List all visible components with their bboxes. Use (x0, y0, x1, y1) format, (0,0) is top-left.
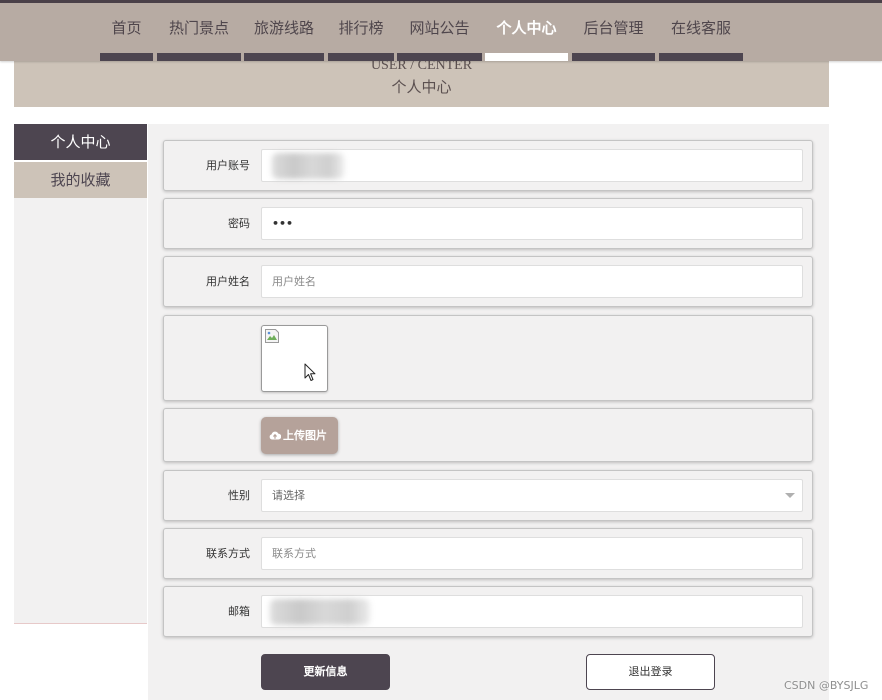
chevron-down-icon (785, 493, 795, 498)
nav-label: 在线客服 (670, 19, 731, 37)
nav-item-ranking[interactable]: 排行榜 (328, 0, 394, 61)
upload-image-button[interactable]: 上传图片 (261, 417, 338, 454)
form-row-upload: 上传图片 (163, 408, 813, 462)
email-field[interactable] (261, 595, 803, 628)
name-field[interactable] (261, 265, 803, 298)
top-nav: 首页 热门景点 旅游线路 排行榜 网站公告 个人中心 后台管理 在线客服 (0, 0, 882, 61)
account-label: 用户账号 (206, 159, 250, 172)
password-field[interactable] (261, 207, 803, 240)
nav-item-announcements[interactable]: 网站公告 (397, 0, 482, 61)
redacted-value-blur (270, 599, 370, 625)
nav-item-bar (485, 53, 568, 61)
nav-label: 热门景点 (168, 19, 229, 37)
nav-item-bar (157, 53, 241, 61)
gender-select-value: 请选择 (272, 489, 305, 502)
gender-select[interactable]: 请选择 (261, 479, 803, 512)
nav-item-customer-service[interactable]: 在线客服 (659, 0, 743, 61)
page-title: 个人中心 (391, 80, 452, 96)
nav-label: 排行榜 (338, 19, 384, 37)
sidebar-item-user-center[interactable]: 个人中心 (14, 124, 147, 160)
nav-item-bar (328, 53, 394, 61)
broken-image-icon (265, 329, 279, 343)
form-row-password: 密码 (163, 198, 813, 249)
nav-item-attractions[interactable]: 热门景点 (157, 0, 241, 61)
nav-label: 后台管理 (583, 19, 644, 37)
logout-button[interactable]: 退出登录 (586, 654, 715, 690)
nav-label: 网站公告 (409, 19, 470, 37)
nav-item-bar (397, 53, 482, 61)
nav-item-bar (659, 53, 743, 61)
nav-item-admin[interactable]: 后台管理 (572, 0, 655, 61)
sidebar-body (14, 198, 147, 624)
form-row-name: 用户姓名 (163, 256, 813, 307)
nav-item-home[interactable]: 首页 (100, 0, 153, 61)
email-label: 邮箱 (228, 605, 250, 618)
watermark: CSDN @BYSJLG (784, 679, 869, 692)
form-row-phone: 联系方式 (163, 528, 813, 579)
phone-field[interactable] (261, 537, 803, 570)
nav-item-bar (572, 53, 655, 61)
user-center-page: 首页 热门景点 旅游线路 排行榜 网站公告 个人中心 后台管理 在线客服 USE… (0, 0, 882, 700)
account-field[interactable] (261, 149, 803, 182)
form-row-account: 用户账号 (163, 140, 813, 191)
mouse-cursor-icon (304, 363, 316, 381)
name-label: 用户姓名 (206, 275, 250, 288)
form-row-email: 邮箱 (163, 586, 813, 637)
form-row-avatar (163, 315, 813, 401)
nav-label: 旅游线路 (253, 19, 314, 37)
redacted-value-blur (272, 153, 344, 179)
nav-item-bar (100, 53, 153, 61)
nav-item-bar (244, 53, 324, 61)
nav-label: 首页 (111, 19, 142, 37)
phone-label: 联系方式 (206, 547, 250, 560)
nav-item-user-center[interactable]: 个人中心 (485, 0, 568, 61)
form-row-gender: 性别 请选择 (163, 470, 813, 521)
avatar-image[interactable] (261, 325, 328, 392)
update-info-button[interactable]: 更新信息 (261, 654, 390, 690)
password-label: 密码 (228, 217, 250, 230)
gender-label: 性别 (228, 489, 250, 502)
nav-label: 个人中心 (496, 19, 557, 37)
sidebar-item-favorites[interactable]: 我的收藏 (14, 162, 147, 198)
cloud-upload-icon (269, 431, 281, 440)
upload-button-label: 上传图片 (283, 429, 327, 442)
nav-item-routes[interactable]: 旅游线路 (244, 0, 324, 61)
top-strip (0, 0, 882, 3)
